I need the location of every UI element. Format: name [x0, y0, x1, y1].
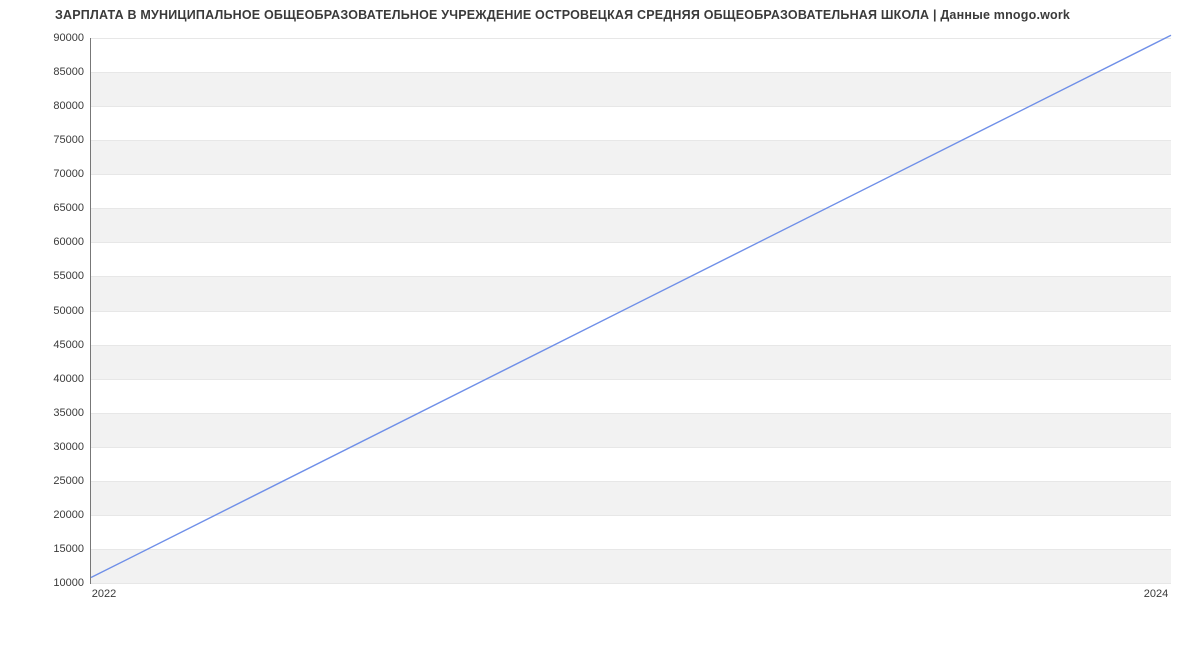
gridline — [91, 583, 1171, 584]
y-tick-label: 80000 — [53, 100, 84, 112]
line-layer — [91, 38, 1171, 583]
y-tick-label: 70000 — [53, 168, 84, 180]
y-tick-label: 20000 — [53, 509, 84, 521]
y-tick-label: 55000 — [53, 270, 84, 282]
y-tick-label: 15000 — [53, 543, 84, 555]
y-tick-label: 30000 — [53, 441, 84, 453]
y-tick-label: 25000 — [53, 475, 84, 487]
series-line — [91, 35, 1171, 577]
x-tick-label: 2022 — [92, 588, 116, 600]
y-tick-label: 65000 — [53, 202, 84, 214]
y-tick-label: 50000 — [53, 305, 84, 317]
plot-area — [90, 38, 1171, 584]
y-tick-label: 75000 — [53, 134, 84, 146]
y-tick-label: 35000 — [53, 407, 84, 419]
y-tick-label: 45000 — [53, 339, 84, 351]
y-tick-label: 60000 — [53, 236, 84, 248]
y-tick-label: 10000 — [53, 577, 84, 589]
y-tick-label: 85000 — [53, 66, 84, 78]
y-tick-label: 40000 — [53, 373, 84, 385]
y-tick-label: 90000 — [53, 32, 84, 44]
chart-title: ЗАРПЛАТА В МУНИЦИПАЛЬНОЕ ОБЩЕОБРАЗОВАТЕЛ… — [55, 8, 1170, 22]
chart-container: ЗАРПЛАТА В МУНИЦИПАЛЬНОЕ ОБЩЕОБРАЗОВАТЕЛ… — [0, 0, 1200, 650]
y-axis-labels: 1000015000200002500030000350004000045000… — [0, 38, 84, 583]
x-tick-label: 2024 — [1144, 588, 1168, 600]
